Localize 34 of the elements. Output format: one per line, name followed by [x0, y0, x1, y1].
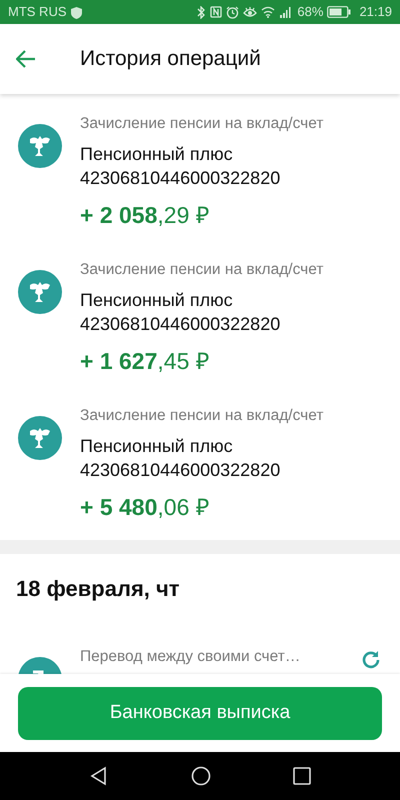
carrier-name: MTS RUS — [8, 3, 66, 22]
operation-title: Пенсионный плюс — [80, 435, 234, 458]
emblem-icon — [18, 270, 62, 314]
emblem-icon — [18, 416, 62, 460]
operation-amount: + 5 480,06 ₽ — [80, 493, 210, 522]
back-icon[interactable] — [16, 50, 36, 68]
screen-title: История операций — [80, 46, 261, 72]
eye-icon — [243, 6, 258, 18]
account-number: 42306810446000322820 — [80, 166, 282, 190]
clock: 21:19 — [359, 3, 392, 22]
alarm-icon — [226, 6, 240, 18]
battery-icon — [327, 6, 352, 18]
back-nav-icon[interactable] — [89, 766, 109, 786]
account-number: 42306810446000322820 — [80, 312, 282, 336]
nfc-icon — [210, 6, 222, 18]
operation-category: Зачисление пенсии на вклад/счет — [80, 260, 324, 280]
date-heading: 18 февраля, чт — [15, 575, 181, 603]
bluetooth-icon — [197, 6, 206, 18]
statement-button[interactable]: Банковская выписка — [18, 686, 382, 740]
battery-percent: 68% — [297, 3, 324, 22]
wifi-icon — [261, 6, 276, 18]
recents-nav-icon[interactable] — [293, 767, 311, 785]
repeat-icon[interactable] — [360, 649, 382, 671]
operation-category: Зачисление пенсии на вклад/счет — [80, 406, 324, 426]
operation-amount: + 1 627,45 ₽ — [80, 347, 210, 376]
signal-icon — [279, 6, 294, 18]
operation-title: Пенсионный плюс — [80, 289, 234, 312]
operation-title: Пенсионный плюс — [80, 143, 234, 166]
operation-category: Зачисление пенсии на вклад/счет — [80, 114, 324, 134]
home-nav-icon[interactable] — [191, 766, 211, 786]
account-number: 42306810446000322820 — [80, 458, 282, 482]
operation-amount: + 2 058,29 ₽ — [80, 201, 210, 230]
emblem-icon — [18, 124, 62, 168]
operation-category: Перевод между своими счет… — [80, 647, 300, 667]
